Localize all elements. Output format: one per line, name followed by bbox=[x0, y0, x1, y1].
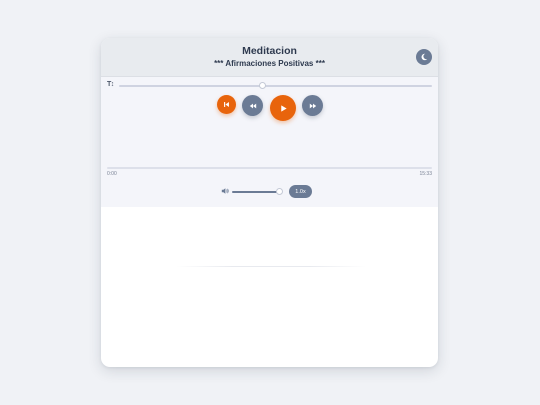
text-size-slider-thumb[interactable] bbox=[259, 82, 267, 89]
current-time: 0:00 bbox=[107, 171, 117, 177]
forward-button[interactable] bbox=[302, 95, 323, 116]
content-divider bbox=[176, 266, 366, 267]
progress-bar[interactable] bbox=[107, 167, 432, 169]
volume-icon[interactable] bbox=[221, 187, 229, 195]
playback-speed-button[interactable]: 1.0x bbox=[289, 185, 312, 198]
header: Meditacion *** Afirmaciones Positivas **… bbox=[101, 38, 438, 77]
play-button[interactable] bbox=[270, 95, 296, 121]
page-title: Meditacion bbox=[242, 45, 297, 57]
restart-button[interactable] bbox=[217, 95, 236, 114]
player-card: Meditacion *** Afirmaciones Positivas **… bbox=[101, 38, 438, 367]
moon-icon bbox=[421, 53, 428, 61]
volume-slider-thumb[interactable] bbox=[275, 188, 283, 195]
volume-slider[interactable] bbox=[232, 188, 283, 195]
player-controls: T↕ 0:00 15:33 1.0x bbox=[101, 77, 438, 207]
track-subtitle: *** Afirmaciones Positivas *** bbox=[214, 59, 325, 68]
text-size-icon: T↕ bbox=[107, 81, 114, 88]
theme-toggle-button[interactable] bbox=[416, 49, 432, 65]
fast-forward-icon bbox=[309, 103, 316, 108]
play-icon bbox=[280, 104, 287, 112]
rewind-button[interactable] bbox=[242, 95, 263, 116]
skip-back-icon bbox=[224, 102, 229, 107]
text-size-slider[interactable] bbox=[119, 82, 432, 89]
rewind-icon bbox=[249, 103, 256, 108]
duration-time: 15:33 bbox=[419, 171, 432, 177]
